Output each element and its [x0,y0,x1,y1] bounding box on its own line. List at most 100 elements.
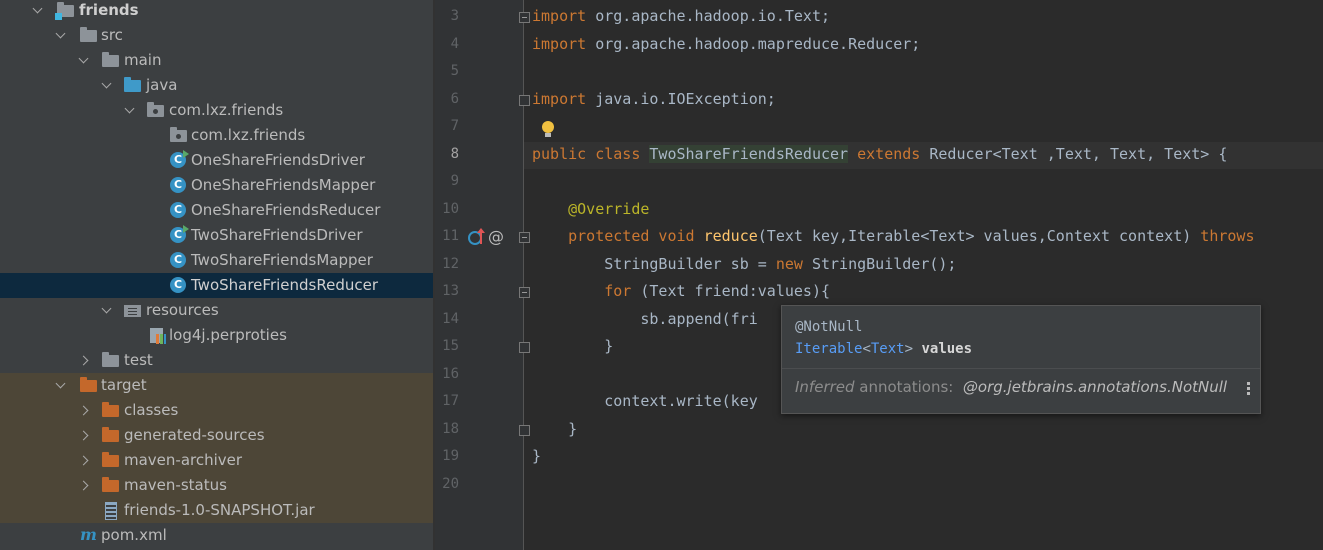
fold-end-icon[interactable] [519,342,530,353]
code-line-10[interactable]: @Override [532,200,649,218]
resources-folder-icon [124,302,141,319]
chevron-right-icon[interactable] [80,423,92,448]
line-number: 13 [442,283,459,299]
code-line-11[interactable]: protected void reduce(Text key,Iterable<… [532,227,1254,245]
folder-icon [80,27,97,44]
code-text: Reducer<Text ,Text, Text, Text> { [920,145,1228,163]
code-text: } [604,337,614,355]
code-line-3[interactable]: import org.apache.hadoop.io.Text; [532,7,830,25]
tree-item-package[interactable]: com.lxz.friends [0,98,433,123]
more-options-icon[interactable] [1247,382,1250,385]
annotation: @Override [568,200,650,218]
chevron-right-icon[interactable] [80,473,92,498]
chevron-down-icon[interactable] [78,48,90,73]
code-text: (Text friend:values){ [631,282,831,300]
line-number: 17 [442,393,459,409]
fold-end-icon[interactable] [519,95,530,106]
excluded-folder-icon [80,377,97,394]
code-text: < [862,341,871,357]
tooltip-annotation: @NotNull [795,319,863,335]
code-editor[interactable]: 3 4 5 6 7 8 9 10 11 12 13 14 15 16 17 18… [435,0,1323,550]
chevron-down-icon[interactable] [101,298,113,323]
chevron-down-icon[interactable] [55,23,67,48]
chevron-down-icon[interactable] [32,0,44,23]
package-icon [147,102,164,119]
runnable-class-icon: C [170,225,189,244]
tree-item-class[interactable]: C OneShareFriendsMapper [0,173,433,198]
code-text: > [904,341,914,357]
tree-item-src[interactable]: src [0,23,433,48]
line-number: 19 [442,448,459,464]
code-line-13[interactable]: for (Text friend:values){ [532,282,830,300]
chevron-right-icon[interactable] [80,448,92,473]
class-icon: C [170,277,187,294]
tree-item-package[interactable]: com.lxz.friends [0,123,433,148]
tree-item-label: friends [79,1,139,19]
quick-doc-popup[interactable]: @NotNull Iterable<Text> values Inferred … [781,305,1261,414]
tree-item-main[interactable]: main [0,48,433,73]
excluded-folder-icon [102,402,119,419]
keyword: for [604,282,632,300]
code-line-17[interactable]: context.write(key [532,392,758,410]
fold-collapse-icon[interactable] [519,232,530,243]
tree-item-label: java [146,76,178,94]
tree-item-class[interactable]: C OneShareFriendsReducer [0,198,433,223]
tree-item-test[interactable]: test [0,348,433,373]
code-line-15[interactable]: } [532,337,613,355]
properties-file-icon [149,327,166,344]
chevron-right-icon[interactable] [80,348,92,373]
code-line-12[interactable]: StringBuilder sb = new StringBuilder(); [532,255,956,273]
fold-collapse-icon[interactable] [519,12,530,23]
chevron-down-icon[interactable] [124,98,136,123]
line-number: 6 [450,91,459,107]
tree-item-pom[interactable]: m pom.xml [0,523,433,548]
tree-item-file[interactable]: log4j.perproties [0,323,433,348]
jar-icon [102,502,119,520]
tree-item-label: OneShareFriendsDriver [191,151,365,169]
line-number: 4 [450,36,459,52]
type-link[interactable]: Iterable [795,341,862,357]
line-number: 18 [442,421,459,437]
annotations-label: annotations: [854,378,954,396]
code-line-19[interactable]: } [532,447,541,465]
tree-item-label: log4j.perproties [169,326,287,344]
fold-collapse-icon[interactable] [519,287,530,298]
tree-item-class[interactable]: C TwoShareFriendsDriver [0,223,433,248]
gutter-divider [523,0,524,550]
code-line-8[interactable]: public class TwoShareFriendsReducer exte… [532,145,1227,163]
tree-item-class[interactable]: C OneShareFriendsDriver [0,148,433,173]
folder-icon [102,52,119,69]
fold-end-icon[interactable] [519,425,530,436]
tree-item-friends[interactable]: friends [0,0,433,23]
code-line-4[interactable]: import org.apache.hadoop.mapreduce.Reduc… [532,35,920,53]
override-arrow-icon[interactable] [477,228,485,244]
tree-item-class[interactable]: C TwoShareFriendsMapper [0,248,433,273]
package-icon [170,127,187,144]
tree-item-maven-status[interactable]: maven-status [0,473,433,498]
chevron-down-icon[interactable] [55,373,67,398]
keyword: new [775,255,803,273]
code-line-6[interactable]: import java.io.IOException; [532,90,776,108]
tree-item-jar[interactable]: friends-1.0-SNAPSHOT.jar [0,498,433,523]
excluded-folder-icon [102,452,119,469]
line-number-current: 8 [450,146,459,162]
code-text: org.apache.hadoop.mapreduce.Reducer; [586,35,921,53]
chevron-down-icon[interactable] [101,73,113,98]
code-line-14[interactable]: sb.append(fri [532,310,758,328]
tree-item-target[interactable]: target [0,373,433,398]
tree-item-maven-archiver[interactable]: maven-archiver [0,448,433,473]
lightbulb-icon[interactable] [542,121,554,137]
inferred-annotations: Inferred annotations: @org.jetbrains.ann… [795,378,1227,396]
code-text: sb.append(fri [640,310,758,328]
chevron-right-icon[interactable] [80,398,92,423]
tree-item-java[interactable]: java [0,73,433,98]
annotation-at-icon[interactable]: @ [488,227,504,246]
keyword: public class [532,145,641,163]
tree-item-resources[interactable]: resources [0,298,433,323]
type-arg-link[interactable]: Text [871,341,905,357]
tree-item-label: OneShareFriendsMapper [191,176,376,194]
tree-item-class-selected[interactable]: C TwoShareFriendsReducer [0,273,433,298]
tree-item-classes[interactable]: classes [0,398,433,423]
tree-item-generated-sources[interactable]: generated-sources [0,423,433,448]
code-line-18[interactable]: } [532,420,577,438]
